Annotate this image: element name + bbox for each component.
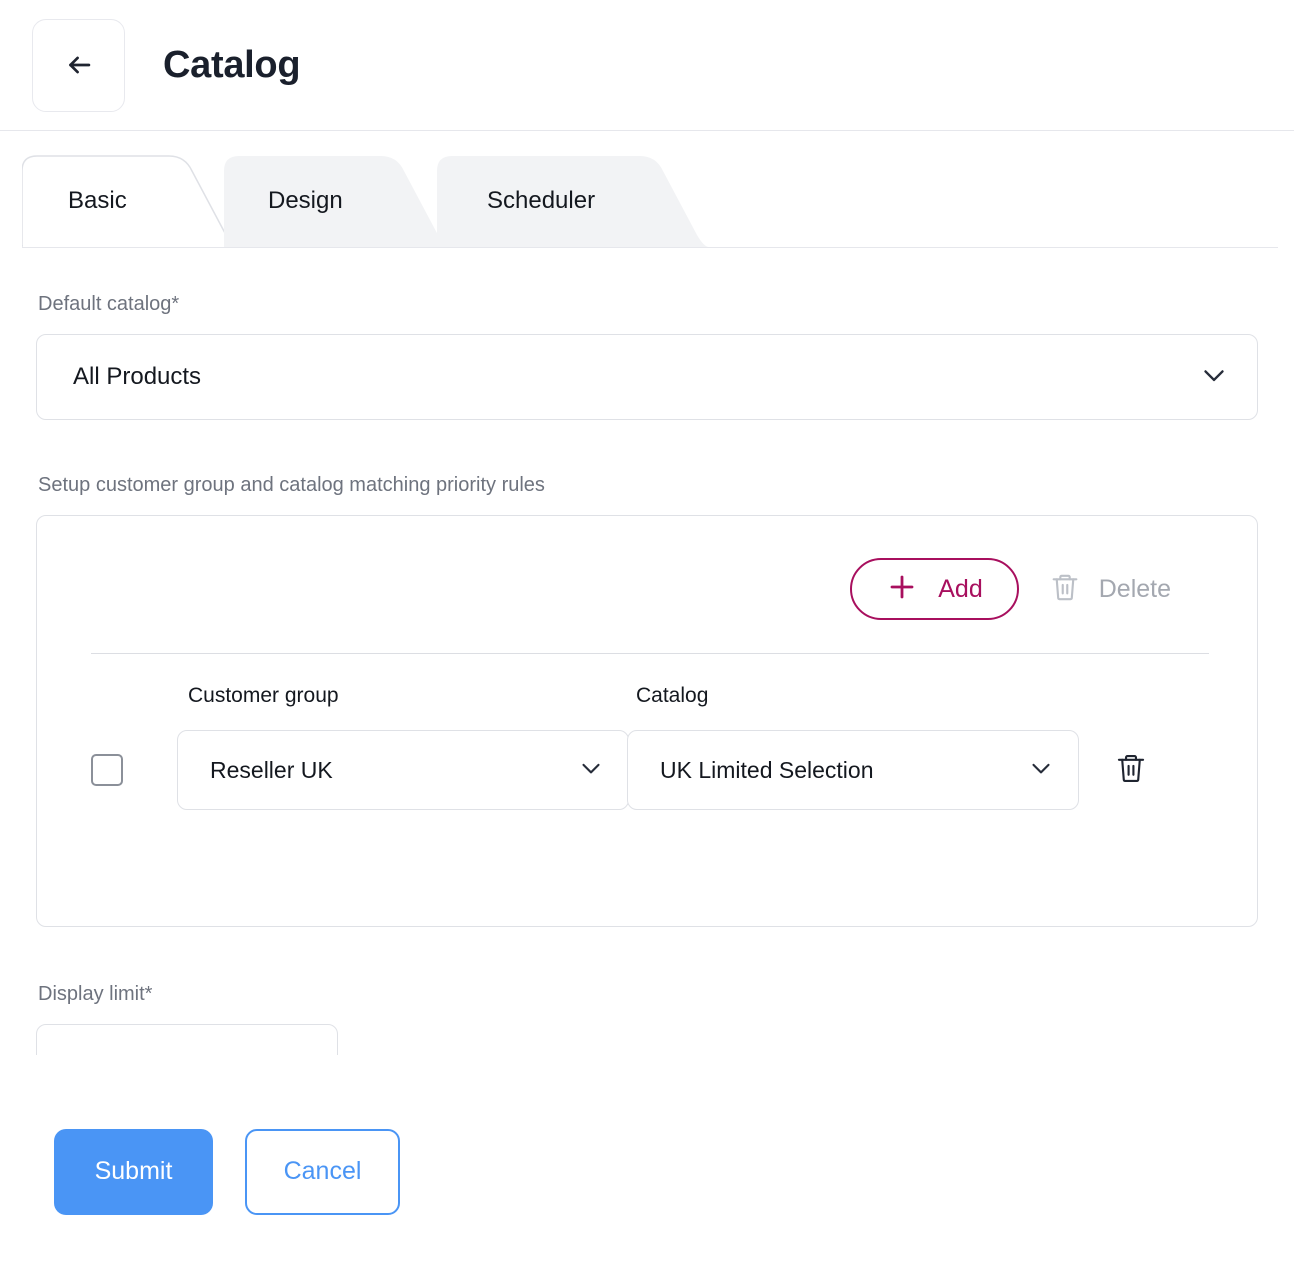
row-customer-group-select[interactable]: Reseller UK — [177, 730, 629, 810]
catalog-settings-page: Catalog Basic Design Scheduler Default c… — [0, 0, 1294, 1288]
add-rule-label: Add — [938, 574, 983, 603]
delete-rules-label: Delete — [1098, 574, 1171, 603]
add-rule-button[interactable]: Add — [850, 558, 1019, 620]
submit-button[interactable]: Submit — [54, 1128, 213, 1215]
row-catalog-value: UK Limited Selection — [660, 756, 874, 783]
rules-divider — [91, 653, 1209, 654]
trash-icon — [1114, 751, 1148, 790]
display-limit-input[interactable] — [36, 1024, 338, 1055]
tab-basic[interactable]: Basic — [21, 155, 238, 247]
row-checkbox-cell — [91, 754, 177, 786]
form-content: Default catalog* All Products Setup cust… — [0, 248, 1294, 1055]
chevron-down-icon — [576, 753, 606, 788]
cancel-button[interactable]: Cancel — [245, 1128, 400, 1215]
row-customer-group-value: Reseller UK — [210, 756, 333, 783]
plus-icon — [886, 571, 918, 608]
trash-icon — [1049, 571, 1081, 608]
tab-design[interactable]: Design — [224, 155, 450, 247]
row-delete-button[interactable] — [1105, 744, 1157, 796]
back-button[interactable] — [32, 18, 125, 112]
customer-group-column-label: Customer group — [188, 684, 339, 707]
catalog-column-label: Catalog — [636, 684, 709, 707]
arrow-left-icon — [62, 48, 96, 82]
tab-scheduler-label: Scheduler — [487, 187, 596, 214]
chevron-down-icon — [1026, 753, 1056, 788]
tab-basic-shape — [21, 155, 238, 247]
form-footer: Submit Cancel — [0, 1055, 1294, 1288]
chevron-down-icon — [1197, 358, 1231, 397]
default-catalog-label: Default catalog* — [38, 293, 180, 315]
row-select-checkbox[interactable] — [91, 754, 123, 786]
rules-header-customer-group: Customer group — [177, 684, 627, 708]
default-catalog-select[interactable]: All Products — [36, 334, 1258, 420]
rules-section-label: Setup customer group and catalog matchin… — [38, 474, 545, 496]
rules-header-catalog: Catalog — [627, 684, 1079, 708]
row-customer-group-cell: Reseller UK — [177, 730, 629, 810]
tab-scheduler[interactable]: Scheduler — [437, 155, 709, 247]
rules-toolbar: Add Delete — [37, 516, 1257, 620]
row-action-cell — [1079, 744, 1169, 796]
default-catalog-value: All Products — [73, 363, 202, 390]
rules-header-row: Customer group Catalog — [37, 684, 1257, 708]
page-header: Catalog — [0, 0, 1294, 131]
delete-rules-button[interactable]: Delete — [1041, 558, 1179, 620]
page-title: Catalog — [163, 43, 301, 86]
table-row: Reseller UK UK Limited Selection — [37, 730, 1257, 810]
rules-card: Add Delete Customer group Catalog Resell… — [36, 515, 1258, 927]
tab-bar: Basic Design Scheduler — [0, 131, 1294, 248]
row-catalog-select[interactable]: UK Limited Selection — [627, 730, 1079, 810]
display-limit-label: Display limit* — [38, 983, 153, 1005]
row-catalog-cell: UK Limited Selection — [627, 730, 1079, 810]
tab-design-label: Design — [268, 187, 343, 214]
tab-basic-label: Basic — [68, 187, 127, 214]
